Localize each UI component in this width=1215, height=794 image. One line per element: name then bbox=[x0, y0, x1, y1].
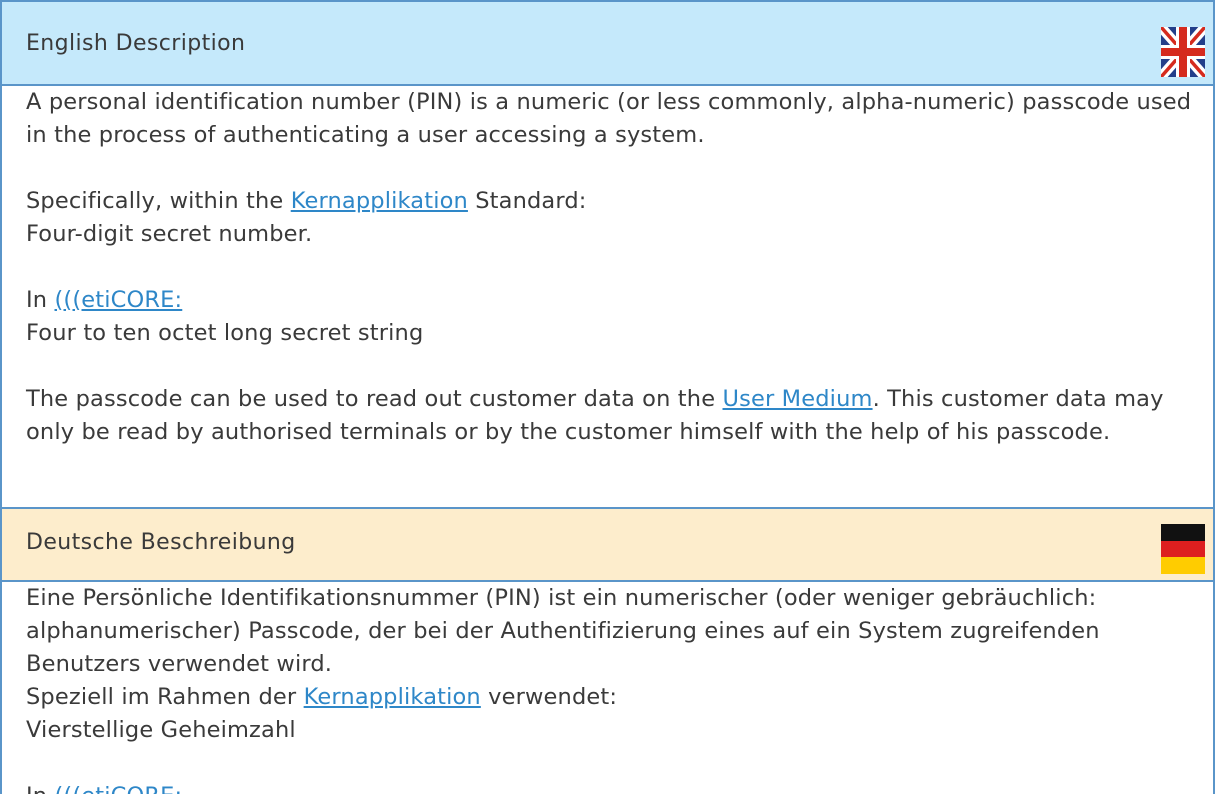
english-paragraph-3: In (((etiCORE: Four to ten octet long sec… bbox=[26, 287, 424, 346]
uk-flag-icon bbox=[1161, 27, 1205, 77]
kernapplikation-link[interactable]: Kernapplikation bbox=[291, 188, 468, 214]
glossary-page: English Description A personal identific… bbox=[0, 0, 1215, 794]
english-paragraph-1: A personal identification number (PIN) i… bbox=[26, 89, 1192, 148]
german-paragraph-3: In (((etiCORE: bbox=[26, 780, 1213, 794]
english-description-header: English Description bbox=[0, 0, 1215, 86]
english-paragraph-4: The passcode can be used to read out cus… bbox=[26, 386, 1164, 445]
english-description-title: English Description bbox=[26, 31, 246, 56]
user-medium-link[interactable]: User Medium bbox=[723, 386, 873, 412]
english-description-body: A personal identification number (PIN) i… bbox=[0, 86, 1215, 507]
english-paragraph-2: Specifically, within the Kernapplikation… bbox=[26, 188, 587, 247]
german-description-header: Deutsche Beschreibung bbox=[0, 507, 1215, 582]
eticore-link-de[interactable]: (((etiCORE: bbox=[55, 783, 183, 794]
german-paragraph-1: Eine Persönliche Identifikationsnummer (… bbox=[26, 585, 1100, 677]
eticore-link[interactable]: (((etiCORE: bbox=[55, 287, 183, 313]
german-flag-icon bbox=[1161, 524, 1205, 574]
kernapplikation-link-de[interactable]: Kernapplikation bbox=[304, 684, 481, 710]
german-description-title: Deutsche Beschreibung bbox=[26, 530, 296, 555]
german-paragraph-2: Speziell im Rahmen der Kernapplikation v… bbox=[26, 684, 618, 743]
german-description-body: Eine Persönliche Identifikationsnummer (… bbox=[0, 582, 1215, 794]
